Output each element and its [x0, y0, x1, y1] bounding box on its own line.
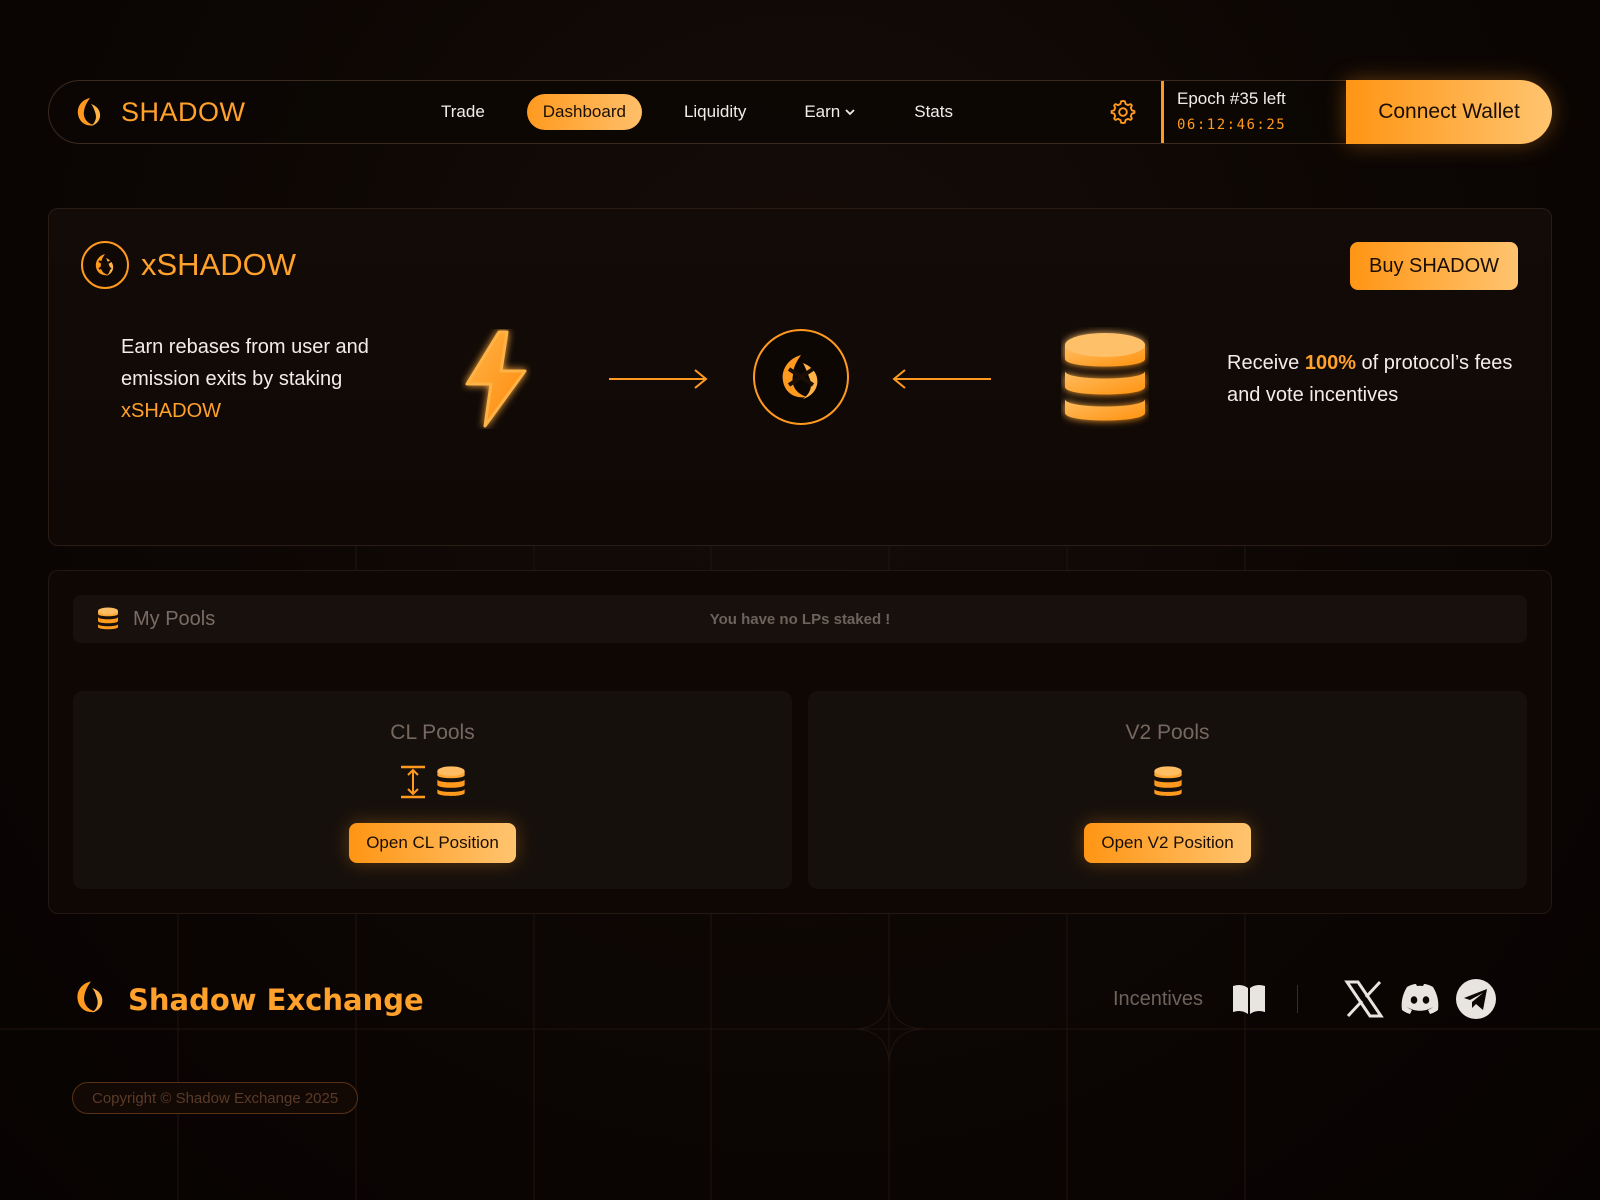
gear-icon[interactable]: [1109, 98, 1137, 126]
nav-dashboard-label: Dashboard: [542, 102, 626, 121]
nav-earn[interactable]: Earn: [788, 94, 872, 130]
shadow-logo-icon: [72, 976, 110, 1023]
cl-pools-icons: [73, 763, 792, 801]
chevron-down-icon: [845, 109, 855, 116]
nav-dashboard[interactable]: Dashboard: [526, 94, 642, 130]
nav-earn-label: Earn: [804, 102, 841, 121]
xshadow-header: xSHADOW: [81, 241, 296, 289]
open-cl-position-button[interactable]: Open CL Position: [349, 823, 516, 863]
epoch-label: Epoch #35 left: [1177, 89, 1286, 108]
brand[interactable]: SHADOW: [73, 95, 353, 129]
footer-brand-name: Shadow Exchange: [128, 982, 424, 1017]
nav-liquidity[interactable]: Liquidity: [668, 94, 762, 130]
xshadow-coin-icon: [753, 329, 849, 425]
open-v2-position-button[interactable]: Open V2 Position: [1084, 823, 1251, 863]
my-pools-panel: My Pools You have no LPs staked ! CL Poo…: [48, 570, 1552, 914]
cl-pools-title: CL Pools: [390, 721, 475, 744]
hero-left-body: Earn rebases from user and emission exit…: [121, 336, 369, 390]
lightning-icon: [465, 330, 527, 428]
incentives-link[interactable]: Incentives: [1113, 988, 1203, 1011]
buy-shadow-button[interactable]: Buy SHADOW: [1350, 242, 1518, 290]
brand-name: SHADOW: [121, 96, 246, 127]
epoch-timer: 06:12:46:25: [1177, 117, 1287, 133]
no-lps-message: You have no LPs staked !: [709, 611, 891, 628]
connect-wallet-button[interactable]: Connect Wallet: [1346, 80, 1552, 144]
nav-trade-label: Trade: [441, 102, 485, 121]
footer-divider: [1297, 985, 1298, 1013]
shadow-logo-icon: [73, 95, 107, 129]
xshadow-token-icon: [81, 241, 129, 289]
telegram-icon[interactable]: [1454, 978, 1498, 1020]
copyright-badge: Copyright © Shadow Exchange 2025: [72, 1082, 359, 1114]
discord-icon[interactable]: [1398, 978, 1442, 1020]
hero-right-text: Receive 100% of protocol’s fees and vote…: [1227, 347, 1527, 411]
cl-pools-card: CL Pools Open CL Position: [73, 691, 792, 889]
nav-liquidity-label: Liquidity: [683, 102, 747, 121]
xshadow-title: xSHADOW: [141, 247, 296, 282]
hero-left-text: Earn rebases from user and emission exit…: [121, 331, 421, 427]
v2-pools-card: V2 Pools Open V2 Position: [808, 691, 1527, 889]
hero-right-prefix: Receive: [1227, 352, 1300, 374]
nav-trade[interactable]: Trade: [425, 94, 501, 130]
nav-stats[interactable]: Stats: [898, 94, 969, 130]
coin-stack-icon: [1153, 766, 1182, 796]
arrow-right-icon: [609, 369, 708, 389]
epoch-countdown: Epoch #35 left 06:12:46:25: [1161, 81, 1346, 143]
my-pools-header: My Pools You have no LPs staked !: [73, 595, 1527, 643]
hero-right-highlight: 100%: [1304, 352, 1356, 374]
coin-stack-icon: [1065, 333, 1145, 421]
v2-pools-title: V2 Pools: [1125, 721, 1210, 744]
footer-brand[interactable]: Shadow Exchange: [72, 976, 424, 1023]
hero-left-highlight: xSHADOW: [121, 400, 221, 422]
top-navbar: SHADOW Trade Dashboard Liquidity Earn St…: [48, 80, 1552, 144]
x-icon[interactable]: [1342, 978, 1386, 1020]
arrow-left-icon: [892, 369, 991, 389]
nav-stats-label: Stats: [914, 102, 953, 121]
v2-pools-icons: [808, 763, 1527, 801]
xshadow-panel: xSHADOW Buy SHADOW Earn rebases from use…: [48, 208, 1552, 546]
footer-links: Incentives: [1113, 978, 1498, 1020]
coin-stack-icon: [436, 766, 465, 796]
range-icon: [400, 765, 425, 799]
nav-links: Trade Dashboard Liquidity Earn Stats: [425, 94, 995, 130]
book-icon[interactable]: [1231, 982, 1267, 1016]
